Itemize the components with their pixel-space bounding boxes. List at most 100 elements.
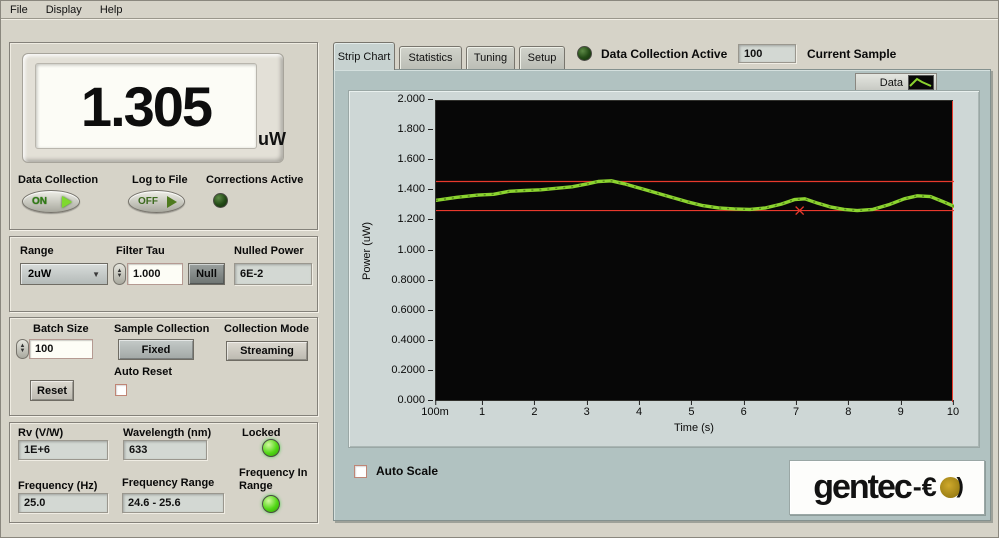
rv-field: 1E+6 — [18, 440, 108, 460]
filter-tau-label: Filter Tau — [116, 245, 165, 257]
batch-size-input[interactable]: 100 — [29, 339, 93, 359]
detector-panel: Rv (V/W) Wavelength (nm) Locked 1E+6 633… — [9, 422, 318, 523]
reset-button-label: Reset — [37, 385, 67, 397]
data-collection-label: Data Collection — [18, 174, 98, 186]
data-trace — [436, 181, 954, 211]
frequency-label: Frequency (Hz) — [18, 480, 97, 492]
frequency-range-label: Frequency Range — [122, 477, 214, 489]
wavelength-value: 633 — [129, 444, 147, 456]
legend-data-label: Data — [880, 77, 903, 89]
collection-mode-button[interactable]: Streaming — [226, 341, 308, 361]
menu-bar: File Display Help — [1, 1, 998, 19]
data-collection-active-label: Data Collection Active — [601, 47, 727, 61]
corrections-active-led — [213, 193, 228, 208]
auto-scale-checkbox[interactable] — [354, 465, 367, 478]
tab-tuning[interactable]: Tuning — [466, 46, 515, 69]
x-tick-label: 10 — [947, 406, 959, 418]
data-trace-icon — [908, 75, 934, 90]
app-window: File Display Help 1.305 uW Data Collecti… — [0, 0, 999, 538]
locked-led — [262, 439, 280, 457]
x-tick-label: 3 — [584, 406, 590, 418]
gentec-logo-text: gentec — [813, 468, 911, 507]
frequency-range-field: 24.6 - 25.6 — [122, 493, 224, 513]
filter-tau-input[interactable]: 1.000 — [127, 263, 183, 285]
menu-help[interactable]: Help — [91, 2, 132, 18]
toggle-on-arrow-icon — [62, 196, 72, 208]
x-tick-label: 7 — [793, 406, 799, 418]
meter-unit: uW — [258, 129, 286, 150]
tab-setup-label: Setup — [528, 52, 557, 64]
menu-display[interactable]: Display — [37, 2, 91, 18]
sample-collection-label: Sample Collection — [114, 323, 209, 335]
y-tick-label: 2.000 — [367, 93, 425, 105]
range-dropdown[interactable]: 2uW ▼ — [20, 263, 108, 285]
y-tick-label: 1.600 — [367, 153, 425, 165]
rv-value: 1E+6 — [24, 444, 50, 456]
reset-button[interactable]: Reset — [30, 380, 74, 401]
x-axis-title: Time (s) — [435, 422, 953, 434]
range-dropdown-value: 2uW — [28, 268, 51, 280]
tab-setup[interactable]: Setup — [519, 46, 565, 69]
frequency-value: 25.0 — [24, 497, 45, 509]
tab-strip-chart[interactable]: Strip Chart — [333, 42, 395, 70]
sample-collection-value: Fixed — [142, 344, 171, 356]
tab-statistics[interactable]: Statistics — [399, 46, 462, 69]
filter-tau-stepper[interactable]: ▲ ▼ — [113, 263, 126, 285]
batch-size-stepper[interactable]: ▲ ▼ — [16, 339, 29, 359]
current-sample-value: 100 — [744, 48, 762, 60]
chart-panel: Power (uW) 2.0001.8001.6001.4001.2001.00… — [348, 90, 980, 448]
x-tick-label: 8 — [845, 406, 851, 418]
gentec-logo: gentec -€ — [789, 460, 985, 515]
log-to-file-toggle-state: OFF — [138, 196, 158, 207]
rv-label: Rv (V/W) — [18, 427, 63, 439]
y-tick-label: 1.200 — [367, 213, 425, 225]
null-button[interactable]: Null — [188, 263, 225, 285]
toggle-off-arrow-icon — [167, 196, 177, 208]
x-tick-label: 1 — [479, 406, 485, 418]
auto-reset-label: Auto Reset — [114, 366, 172, 378]
data-collection-toggle-state: ON — [32, 196, 47, 207]
meter-panel: 1.305 uW Data Collection Log to File Cor… — [9, 42, 318, 230]
y-tick-label: 0.2000 — [367, 364, 425, 376]
nulled-power-field: 6E-2 — [234, 263, 312, 285]
wavelength-label: Wavelength (nm) — [123, 427, 211, 439]
null-button-label: Null — [196, 268, 217, 280]
x-tick-label: 9 — [898, 406, 904, 418]
x-tick-label: 100m — [421, 406, 449, 418]
gentec-logo-dot-icon — [940, 477, 961, 498]
y-tick-label: 0.000 — [367, 394, 425, 406]
nulled-power-label: Nulled Power — [234, 245, 304, 257]
range-label: Range — [20, 245, 54, 257]
y-tick-label: 0.6000 — [367, 304, 425, 316]
spinner-down-icon: ▼ — [117, 274, 123, 279]
current-sample-field: 100 — [738, 44, 796, 63]
meter-display-frame: 1.305 — [22, 53, 284, 163]
menu-file[interactable]: File — [1, 2, 37, 18]
sample-collection-button[interactable]: Fixed — [118, 339, 194, 360]
autoscale-row: Auto Scale — [354, 464, 438, 478]
auto-reset-checkbox[interactable] — [115, 384, 127, 396]
range-panel: Range Filter Tau Nulled Power 2uW ▼ ▲ ▼ … — [9, 236, 318, 312]
meter-value: 1.305 — [81, 74, 211, 139]
tab-statistics-label: Statistics — [408, 52, 452, 64]
x-tick-label: 6 — [741, 406, 747, 418]
filter-tau-value: 1.000 — [133, 268, 161, 280]
log-to-file-toggle[interactable]: OFF — [128, 190, 185, 213]
locked-label: Locked — [242, 427, 281, 439]
frequency-field: 25.0 — [18, 493, 108, 513]
corrections-active-label: Corrections Active — [206, 174, 303, 186]
collection-mode-label: Collection Mode — [224, 323, 309, 335]
plot-area[interactable] — [435, 100, 953, 401]
frequency-in-range-led — [262, 495, 280, 513]
batch-size-value: 100 — [35, 343, 53, 355]
collection-mode-value: Streaming — [240, 345, 294, 357]
gentec-logo-mark: -€ — [913, 472, 937, 503]
x-tick-label: 4 — [636, 406, 642, 418]
spinner-down-icon: ▼ — [20, 349, 26, 354]
x-tick-label: 5 — [688, 406, 694, 418]
y-tick-label: 1.400 — [367, 183, 425, 195]
y-tick-label: 1.000 — [367, 244, 425, 256]
current-sample-label: Current Sample — [807, 47, 896, 61]
y-tick-label: 0.8000 — [367, 274, 425, 286]
data-collection-toggle[interactable]: ON — [22, 190, 80, 213]
